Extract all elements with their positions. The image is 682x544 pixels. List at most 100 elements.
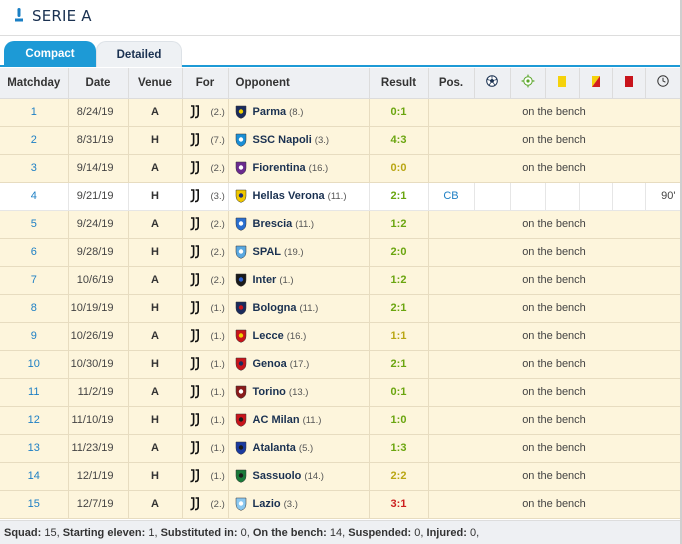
col-red-cards[interactable]	[612, 68, 646, 99]
matchday-link[interactable]: 14	[28, 470, 40, 482]
juventus-logo-icon[interactable]	[189, 469, 201, 483]
opponent-link[interactable]: Lazio	[253, 498, 281, 510]
opponent-link[interactable]: Hellas Verona	[253, 190, 325, 202]
juventus-logo-icon[interactable]	[189, 245, 201, 259]
torino-logo-icon[interactable]	[235, 385, 247, 399]
brescia-logo-icon[interactable]	[235, 217, 247, 231]
date-cell: 10/19/19	[68, 294, 129, 323]
juventus-logo-icon[interactable]	[189, 497, 201, 511]
tab-compact[interactable]: Compact	[4, 41, 96, 67]
result-link[interactable]: 3:1	[369, 490, 429, 519]
juventus-logo-icon[interactable]	[189, 105, 201, 119]
opponent-link[interactable]: Brescia	[253, 218, 293, 230]
milan-logo-icon[interactable]	[235, 413, 247, 427]
spal-logo-icon[interactable]	[235, 245, 247, 259]
opponent-link[interactable]: Lecce	[253, 330, 284, 342]
matchday-cell: 9	[0, 322, 69, 351]
juventus-logo-icon[interactable]	[189, 133, 201, 147]
lecce-logo-icon[interactable]	[235, 329, 247, 343]
opponent-link[interactable]: Atalanta	[253, 442, 296, 454]
matchday-link[interactable]: 8	[31, 302, 37, 314]
result-link[interactable]: 1:1	[369, 322, 429, 351]
result-link[interactable]: 4:3	[369, 126, 429, 155]
matchday-link[interactable]: 11	[28, 386, 39, 398]
juventus-logo-icon[interactable]	[189, 441, 201, 455]
col-yellow-red-cards[interactable]	[579, 68, 613, 99]
matchday-link[interactable]: 9	[31, 330, 37, 342]
result-link[interactable]: 2:0	[369, 238, 429, 267]
col-result[interactable]: Result	[369, 68, 429, 99]
juventus-logo-icon[interactable]	[189, 385, 201, 399]
opponent-link[interactable]: Bologna	[253, 302, 297, 314]
parma-logo-icon[interactable]	[235, 105, 247, 119]
opponent-link[interactable]: SPAL	[253, 246, 282, 258]
result-link[interactable]: 0:1	[369, 98, 429, 127]
result-link[interactable]: 2:1	[369, 294, 429, 323]
opponent-cell: AC Milan (11.)	[228, 406, 370, 435]
col-goals[interactable]	[474, 68, 511, 99]
date-cell: 11/23/19	[68, 434, 129, 463]
col-opponent[interactable]: Opponent	[228, 68, 370, 99]
opponent-link[interactable]: Parma	[253, 106, 287, 118]
opponent-link[interactable]: Genoa	[253, 358, 287, 370]
col-for[interactable]: For	[182, 68, 229, 99]
juventus-logo-icon[interactable]	[189, 301, 201, 315]
opponent-link[interactable]: Torino	[253, 386, 286, 398]
result-link[interactable]: 0:1	[369, 378, 429, 407]
opponent-link[interactable]: Fiorentina	[253, 162, 306, 174]
result-link[interactable]: 1:2	[369, 266, 429, 295]
matchday-link[interactable]: 10	[28, 358, 40, 370]
result-link[interactable]: 1:3	[369, 434, 429, 463]
col-yellow-cards[interactable]	[545, 68, 580, 99]
tab-detailed[interactable]: Detailed	[96, 41, 182, 67]
result-link[interactable]: 1:2	[369, 210, 429, 239]
matchday-link[interactable]: 12	[28, 414, 40, 426]
table-row: 12 11/10/19 H (1.) AC Milan (11.) 1:0 on the be…	[0, 406, 681, 435]
matchday-link[interactable]: 5	[31, 218, 37, 230]
matchday-link[interactable]: 6	[31, 246, 37, 258]
inter-logo-icon[interactable]	[235, 273, 247, 287]
status-cell: on the bench	[428, 322, 681, 351]
matchday-link[interactable]: 13	[28, 442, 40, 454]
matchday-link[interactable]: 15	[28, 498, 40, 510]
juventus-logo-icon[interactable]	[189, 357, 201, 371]
for-cell: (2.)	[182, 238, 229, 267]
bologna-logo-icon[interactable]	[235, 301, 247, 315]
matchday-link[interactable]: 4	[31, 190, 37, 202]
juventus-logo-icon[interactable]	[189, 329, 201, 343]
juventus-logo-icon[interactable]	[189, 273, 201, 287]
col-assists[interactable]	[510, 68, 546, 99]
opponent-link[interactable]: Sassuolo	[253, 470, 302, 482]
matchday-link[interactable]: 7	[31, 274, 37, 286]
juventus-logo-icon[interactable]	[189, 217, 201, 231]
juventus-logo-icon[interactable]	[189, 189, 201, 203]
col-date[interactable]: Date	[68, 68, 129, 99]
genoa-logo-icon[interactable]	[235, 357, 247, 371]
lazio-logo-icon[interactable]	[235, 497, 247, 511]
table-row: 2 8/31/19 H (7.) SSC Napoli (3.) 4:3 on the ben…	[0, 126, 681, 155]
venue-cell: H	[128, 350, 183, 379]
opponent-link[interactable]: Inter	[253, 274, 277, 286]
opponent-link[interactable]: AC Milan	[253, 414, 300, 426]
matchday-link[interactable]: 2	[31, 134, 37, 146]
napoli-logo-icon[interactable]	[235, 133, 247, 147]
result-link[interactable]: 2:1	[369, 350, 429, 379]
result-link[interactable]: 2:2	[369, 462, 429, 491]
col-matchday[interactable]: Matchday	[0, 68, 69, 99]
juventus-logo-icon[interactable]	[189, 413, 201, 427]
matchday-link[interactable]: 3	[31, 162, 37, 174]
juventus-logo-icon[interactable]	[189, 161, 201, 175]
col-venue[interactable]: Venue	[128, 68, 183, 99]
sassuolo-logo-icon[interactable]	[235, 469, 247, 483]
col-position[interactable]: Pos.	[428, 68, 475, 99]
opponent-link[interactable]: SSC Napoli	[253, 134, 312, 146]
result-link[interactable]: 0:0	[369, 154, 429, 183]
for-cell: (1.)	[182, 406, 229, 435]
matchday-link[interactable]: 1	[31, 106, 37, 118]
col-minutes[interactable]	[645, 68, 681, 99]
result-link[interactable]: 1:0	[369, 406, 429, 435]
verona-logo-icon[interactable]	[235, 189, 247, 203]
result-link[interactable]: 2:1	[369, 182, 429, 211]
fiorentina-logo-icon[interactable]	[235, 161, 247, 175]
atalanta-logo-icon[interactable]	[235, 441, 247, 455]
